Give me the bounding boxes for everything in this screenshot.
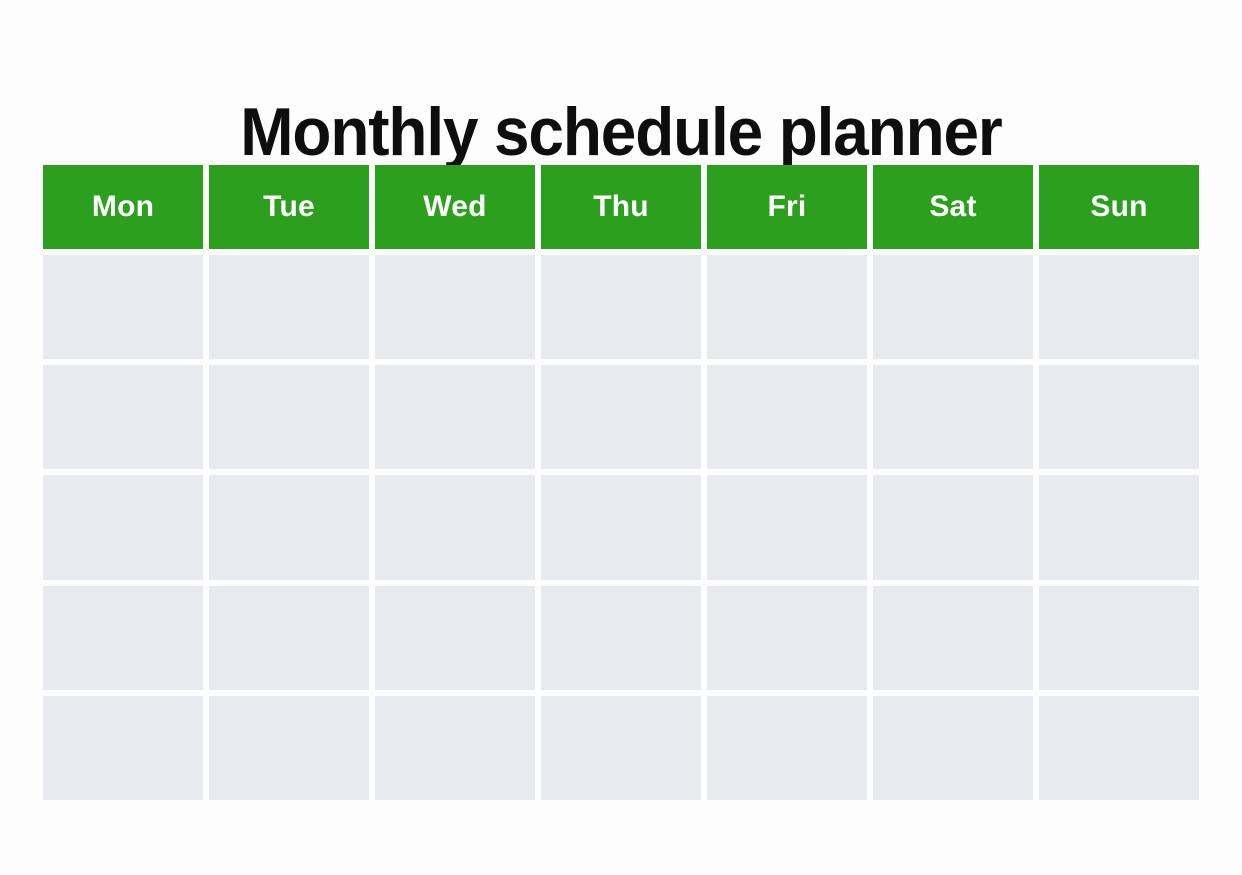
day-cell[interactable] xyxy=(541,475,701,580)
day-cell[interactable] xyxy=(1039,475,1199,580)
day-cell[interactable] xyxy=(707,365,867,470)
planner-page: Monthly schedule planner Mon Tue Wed Thu… xyxy=(0,0,1242,875)
day-cell[interactable] xyxy=(1039,585,1199,690)
calendar-weeks xyxy=(43,255,1199,801)
page-title: Monthly schedule planner xyxy=(240,93,1003,170)
weekday-header-row: Mon Tue Wed Thu Fri Sat Sun xyxy=(43,165,1199,249)
day-cell[interactable] xyxy=(43,255,203,360)
day-cell[interactable] xyxy=(541,255,701,360)
day-cell[interactable] xyxy=(707,585,867,690)
day-cell[interactable] xyxy=(1039,255,1199,360)
day-cell[interactable] xyxy=(43,585,203,690)
day-cell[interactable] xyxy=(375,585,535,690)
calendar-grid: Mon Tue Wed Thu Fri Sat Sun xyxy=(43,165,1199,801)
day-cell[interactable] xyxy=(375,365,535,470)
day-cell[interactable] xyxy=(375,255,535,360)
day-cell[interactable] xyxy=(707,255,867,360)
day-cell[interactable] xyxy=(375,695,535,801)
day-cell[interactable] xyxy=(209,365,369,470)
weekday-header-label: Sun xyxy=(1090,190,1148,223)
day-cell[interactable] xyxy=(43,475,203,580)
day-cell[interactable] xyxy=(873,365,1033,470)
day-cell[interactable] xyxy=(1039,365,1199,470)
day-cell[interactable] xyxy=(541,695,701,801)
day-cell[interactable] xyxy=(541,585,701,690)
weekday-header-mon: Mon xyxy=(43,165,203,249)
weekday-header-label: Fri xyxy=(767,190,807,223)
week-row xyxy=(43,255,1199,360)
weekday-header-sun: Sun xyxy=(1039,165,1199,249)
day-cell[interactable] xyxy=(873,255,1033,360)
weekday-header-tue: Tue xyxy=(209,165,369,249)
week-row xyxy=(43,365,1199,470)
day-cell[interactable] xyxy=(1039,695,1199,801)
weekday-header-label: Wed xyxy=(423,190,487,223)
day-cell[interactable] xyxy=(43,365,203,470)
week-row xyxy=(43,695,1199,801)
day-cell[interactable] xyxy=(707,695,867,801)
weekday-header-wed: Wed xyxy=(375,165,535,249)
day-cell[interactable] xyxy=(873,475,1033,580)
day-cell[interactable] xyxy=(873,695,1033,801)
weekday-header-sat: Sat xyxy=(873,165,1033,249)
day-cell[interactable] xyxy=(43,695,203,801)
week-row xyxy=(43,475,1199,580)
day-cell[interactable] xyxy=(873,585,1033,690)
weekday-header-thu: Thu xyxy=(541,165,701,249)
day-cell[interactable] xyxy=(375,475,535,580)
day-cell[interactable] xyxy=(209,255,369,360)
day-cell[interactable] xyxy=(209,695,369,801)
day-cell[interactable] xyxy=(707,475,867,580)
weekday-header-label: Thu xyxy=(593,190,649,223)
day-cell[interactable] xyxy=(541,365,701,470)
day-cell[interactable] xyxy=(209,585,369,690)
day-cell[interactable] xyxy=(209,475,369,580)
weekday-header-fri: Fri xyxy=(707,165,867,249)
weekday-header-label: Tue xyxy=(263,190,315,223)
weekday-header-label: Mon xyxy=(91,190,155,223)
week-row xyxy=(43,585,1199,690)
weekday-header-label: Sat xyxy=(929,190,977,223)
